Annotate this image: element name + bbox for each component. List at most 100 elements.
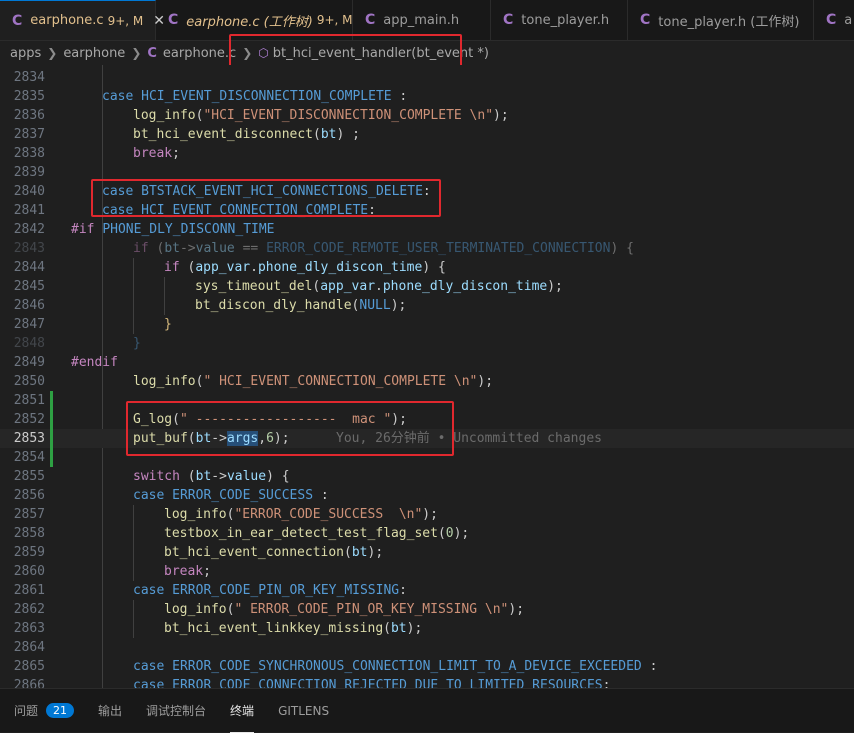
code-token: phone_dly_discon_time bbox=[257, 260, 423, 275]
code-token: value bbox=[226, 469, 267, 484]
line-number: 2835 bbox=[13, 89, 45, 104]
line-number: 2850 bbox=[13, 374, 45, 389]
c-file-icon: C bbox=[826, 12, 837, 28]
tab-output-label: 输出 bbox=[98, 704, 123, 718]
modified-gutter-marker[interactable] bbox=[50, 448, 53, 467]
code-token: " HCI_EVENT_CONNECTION_COMPLETE \n" bbox=[203, 374, 478, 389]
code-token: bt bbox=[195, 469, 212, 484]
breadcrumb-file[interactable]: earphone.c bbox=[163, 46, 236, 61]
problems-count-badge: 21 bbox=[46, 703, 75, 718]
tab-title: a bbox=[844, 12, 853, 28]
code-token: " ERROR_CODE_PIN_OR_KEY_MISSING \n" bbox=[234, 602, 509, 617]
line-number: 2845 bbox=[13, 279, 45, 294]
c-file-icon: C bbox=[503, 12, 514, 28]
line-number: 2861 bbox=[13, 583, 45, 598]
code-token: ERROR_CODE_PIN_OR_KEY_MISSING bbox=[172, 583, 400, 598]
code-line: 2848} bbox=[0, 334, 854, 353]
line-number: 2855 bbox=[13, 469, 45, 484]
code-token: bt bbox=[351, 545, 368, 560]
tab-title: tone_player.h bbox=[521, 12, 610, 28]
code-line: 2842 #if PHONE_DLY_DISCONN_TIME bbox=[0, 220, 854, 239]
code-line: 2834 bbox=[0, 68, 854, 87]
code-token: log_info bbox=[164, 507, 227, 522]
code-token: log_info bbox=[133, 374, 196, 389]
tab-terminal[interactable]: 终端 bbox=[230, 689, 255, 733]
tab-tone-player-h-worktree[interactable]: C tone_player.h (工作树) bbox=[628, 0, 814, 40]
code-token: value bbox=[195, 241, 235, 256]
chevron-right-icon: ❯ bbox=[131, 46, 142, 60]
code-line: 2866 case ERROR_CODE_CONNECTION_REJECTED_… bbox=[0, 676, 854, 688]
breadcrumb-earphone[interactable]: earphone bbox=[63, 46, 125, 61]
tab-output[interactable]: 输出 bbox=[98, 689, 122, 733]
code-token: ERROR_CODE_SYNCHRONOUS_CONNECTION_LIMIT_… bbox=[172, 659, 642, 674]
code-token: app_var bbox=[320, 279, 376, 294]
code-line: 2845 sys_timeout_del(app_var.phone_dly_di… bbox=[0, 277, 854, 296]
c-file-icon: C bbox=[640, 12, 651, 28]
tab-gitlens[interactable]: GITLENS bbox=[278, 689, 329, 733]
code-line: 2846 bt_discon_dly_handle(NULL); bbox=[0, 296, 854, 315]
code-token: ERROR_CODE_REMOTE_USER_TERMINATED_CONNEC… bbox=[266, 241, 611, 256]
modified-gutter-marker[interactable] bbox=[50, 429, 53, 448]
tab-title: earphone.c bbox=[30, 13, 104, 28]
code-token: log_info bbox=[133, 108, 196, 123]
code-token: bt_discon_dly_handle bbox=[195, 298, 352, 313]
code-token: #endif bbox=[71, 355, 118, 370]
code-line: 2863 bt_hci_event_linkkey_missing(bt); bbox=[0, 619, 854, 638]
code-line: 2844 if (app_var.phone_dly_discon_time) { bbox=[0, 258, 854, 277]
line-number: 2854 bbox=[13, 450, 45, 465]
line-number: 2859 bbox=[13, 545, 45, 560]
tab-overflow[interactable]: C a bbox=[814, 0, 854, 40]
line-number: 2836 bbox=[13, 108, 45, 123]
code-token: app_var bbox=[195, 260, 251, 275]
code-line: 2837 bt_hci_event_disconnect(bt) ; bbox=[0, 125, 854, 144]
line-number: 2848 bbox=[13, 336, 45, 351]
code-editor[interactable]: 2834 2835 case HCI_EVENT_DISCONNECTION_CO… bbox=[0, 65, 854, 688]
line-number: 2862 bbox=[13, 602, 45, 617]
code-token: NULL bbox=[359, 298, 391, 313]
code-token: case bbox=[133, 678, 165, 688]
code-token: if bbox=[164, 260, 180, 275]
line-number: 2834 bbox=[13, 70, 45, 85]
tab-status: 9+, M bbox=[107, 13, 144, 28]
line-number: 2843 bbox=[13, 241, 45, 256]
modified-gutter-marker[interactable] bbox=[50, 410, 53, 429]
line-number: 2863 bbox=[13, 621, 45, 636]
code-line: 2859 bt_hci_event_connection(bt); bbox=[0, 543, 854, 562]
tab-gitlens-label: GITLENS bbox=[278, 703, 330, 718]
line-number: 2844 bbox=[13, 260, 45, 275]
code-line: 2860 break; bbox=[0, 562, 854, 581]
line-number: 2864 bbox=[13, 640, 45, 655]
code-token: bt_hci_event_disconnect bbox=[133, 127, 314, 142]
code-line: 2849 #endif bbox=[0, 353, 854, 372]
code-token: if bbox=[133, 241, 149, 256]
line-number: 2858 bbox=[13, 526, 45, 541]
tab-tone-player-h[interactable]: C tone_player.h bbox=[491, 0, 628, 40]
code-token: bt bbox=[390, 621, 407, 636]
code-token: case bbox=[133, 488, 165, 503]
c-file-icon: C bbox=[365, 12, 376, 28]
line-number: 2839 bbox=[13, 165, 45, 180]
code-token: "HCI_EVENT_DISCONNECTION_COMPLETE \n" bbox=[203, 108, 494, 123]
c-file-icon: C bbox=[12, 12, 23, 29]
code-token: bt bbox=[320, 127, 337, 142]
tab-debug-console-label: 调试控制台 bbox=[146, 704, 207, 718]
code-token: case bbox=[133, 583, 165, 598]
code-line: 2838 break; bbox=[0, 144, 854, 163]
code-line: 2836 log_info("HCI_EVENT_DISCONNECTION_CO… bbox=[0, 106, 854, 125]
line-number: 2865 bbox=[13, 659, 45, 674]
code-token: testbox_in_ear_detect_test_flag_set bbox=[164, 526, 438, 541]
tab-earphone-c[interactable]: C earphone.c 9+, M ✕ bbox=[0, 0, 165, 40]
code-token: switch bbox=[133, 469, 180, 484]
tab-title: earphone.c (工作树) bbox=[186, 14, 313, 30]
code-token: ERROR_CODE_SUCCESS bbox=[172, 488, 314, 503]
breadcrumb-apps[interactable]: apps bbox=[10, 46, 41, 61]
code-token: phone_dly_discon_time bbox=[382, 279, 548, 294]
tab-debug-console[interactable]: 调试控制台 bbox=[146, 689, 206, 733]
code-token: break bbox=[164, 564, 204, 579]
line-number: 2866 bbox=[13, 678, 45, 688]
code-token: bt_hci_event_connection bbox=[164, 545, 345, 560]
code-token: bt_hci_event_linkkey_missing bbox=[164, 621, 384, 636]
code-line: 2864 bbox=[0, 638, 854, 657]
tab-problems[interactable]: 问题 21 bbox=[14, 689, 75, 733]
modified-gutter-marker[interactable] bbox=[50, 391, 53, 410]
